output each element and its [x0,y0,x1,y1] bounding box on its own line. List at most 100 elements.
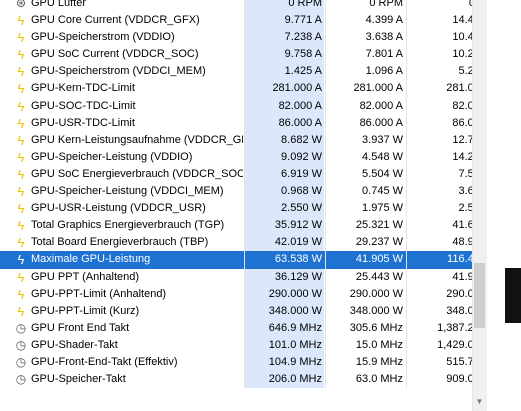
minimum-value: 25.443 W [355,270,403,283]
sensor-name: GPU SoC Current (VDDCR_SOC) [31,48,199,61]
sensor-table: ⊛GPU Lüfter0 RPM0 RPM0 RϟGPU Core Curren… [0,0,486,389]
background-panel [487,0,521,411]
sensor-name: GPU-Front-End-Takt (Effektiv) [31,355,178,368]
minimum-value: 86.000 A [359,116,403,129]
current-value: 2.550 W [245,200,324,218]
sensor-row[interactable]: ϟ GPU SoC Current (VDDCR_SOC) 9.758 A 7.801… [0,46,486,64]
sensor-name: GPU SoC Energieverbrauch (VDDCR_SOC) [31,167,243,180]
current-value: 101.0 MHz [245,336,324,354]
sensor-row[interactable]: ϟ GPU-PPT-Limit (Kurz) 348.000 W 348.000 W3… [0,302,486,320]
sensor-row[interactable]: ϟ GPU-Speicherstrom (VDDCI_MEM) 1.425 A 1.0… [0,63,486,81]
minimum-value: 281.000 A [353,82,403,95]
lightning-bolt-icon: ϟ [17,47,25,63]
minimum-value: 7.801 A [365,48,403,61]
current-value: 1.425 A [245,63,324,81]
lightning-bolt-icon: ϟ [17,252,25,268]
sensor-row[interactable]: ϟ GPU-PPT-Limit (Anhaltend) 290.000 W 290.0… [0,285,486,303]
lightning-bolt-icon: ϟ [17,13,25,29]
sensor-row[interactable]: ϟ Maximale GPU-Leistung 63.538 W 41.905 W 11… [0,251,486,269]
current-value: 348.000 W [245,302,324,320]
lightning-bolt-icon: ϟ [17,30,25,46]
sensor-name: GPU-PPT-Limit (Anhaltend) [31,287,167,300]
sensor-name: GPU PPT (Anhaltend) [31,270,140,283]
scrollbar-thumb[interactable] [474,263,485,328]
lightning-bolt-icon: ϟ [17,149,25,165]
minimum-value: 4.399 A [365,14,403,27]
minimum-value: 82.000 A [359,99,403,112]
lightning-bolt-icon: ϟ [17,115,25,131]
sensor-row[interactable]: ⊛GPU Lüfter0 RPM0 RPM0 R [0,0,486,13]
current-value: 36.129 W [245,268,324,286]
sensor-row[interactable]: ◷ GPU-Shader-Takt 101.0 MHz 15.0 MHz 1,429.0… [0,336,486,354]
lightning-bolt-icon: ϟ [17,81,25,97]
sensor-name: Total Board Energieverbrauch (TBP) [31,236,209,249]
sensor-row[interactable]: ϟ GPU-Speicherstrom (VDDIO) 7.238 A 3.638 A… [0,29,486,47]
current-value: 8.682 W [245,131,324,149]
minimum-value: 1.096 A [365,65,403,78]
lightning-bolt-icon: ϟ [17,132,25,148]
current-value: 281.000 A [245,80,324,98]
current-value: 7.238 A [245,29,324,47]
lightning-bolt-icon: ϟ [17,269,25,285]
sensor-name: GPU-PPT-Limit (Kurz) [31,304,140,317]
sensor-row[interactable]: ϟ Total Board Energieverbrauch (TBP) 42.01… [0,234,486,252]
column-divider [325,0,326,389]
sensor-name: GPU-Speicher-Leistung (VDDIO) [31,150,193,163]
sensor-row[interactable]: ϟ GPU-SOC-TDC-Limit 82.000 A 82.000 A 82.000 [0,97,486,115]
lightning-bolt-icon: ϟ [17,98,25,114]
scroll-down-arrow[interactable]: ▼ [474,395,485,409]
sensor-row[interactable]: ϟ Total Graphics Energieverbrauch (TGP) 35… [0,217,486,235]
clock-icon: ◷ [15,320,27,335]
sensor-row[interactable]: ϟ GPU PPT (Anhaltend) 36.129 W 25.443 W 41.9… [0,268,486,286]
minimum-value: 290.000 W [349,287,403,300]
sensor-row[interactable]: ϟ GPU-Speicher-Leistung (VDDCI_MEM) 0.968 … [0,183,486,201]
sensor-row[interactable]: ϟ GPU-USR-Leistung (VDDCR_USR) 2.550 W 1.97… [0,200,486,218]
sensor-name: GPU Core Current (VDDCR_GFX) [31,14,200,27]
current-value: 9.092 W [245,148,324,166]
minimum-value: 63.0 MHz [355,373,403,386]
sensor-name: GPU-Kern-TDC-Limit [31,82,135,95]
lightning-bolt-icon: ϟ [17,235,25,251]
background-dark-window [505,268,521,323]
sensor-name: Maximale GPU-Leistung [31,253,151,266]
column-divider [244,0,245,389]
current-value: 82.000 A [245,97,324,115]
current-value: 206.0 MHz [245,371,324,389]
lightning-bolt-icon: ϟ [17,64,25,80]
current-value: 9.758 A [245,46,324,64]
sensor-row[interactable]: ϟ GPU-Kern-TDC-Limit 281.000 A 281.000 A 281… [0,80,486,98]
current-value: 86.000 A [245,114,324,132]
minimum-value: 348.000 W [349,304,403,317]
lightning-bolt-icon: ϟ [17,166,25,182]
sensor-row[interactable]: ϟ GPU Core Current (VDDCR_GFX) 9.771 A 4.39… [0,12,486,30]
lightning-bolt-icon: ϟ [17,218,25,234]
sensor-name: Total Graphics Energieverbrauch (TGP) [31,219,225,232]
current-value: 0.968 W [245,183,324,201]
sensor-row[interactable]: ϟ GPU-USR-TDC-Limit 86.000 A 86.000 A 86.000 [0,114,486,132]
lightning-bolt-icon: ϟ [17,201,25,217]
sensor-row[interactable]: ◷ GPU-Speicher-Takt 206.0 MHz 63.0 MHz 909.0… [0,371,486,389]
minimum-value: 29.237 W [355,236,403,249]
sensor-name: GPU-USR-Leistung (VDDCR_USR) [31,202,206,215]
current-value: 290.000 W [245,285,324,303]
minimum-value: 3.638 A [365,31,403,44]
sensor-row[interactable]: ϟ GPU Kern-Leistungsaufnahme (VDDCR_GFX) 8… [0,131,486,149]
lightning-bolt-icon: ϟ [17,303,25,319]
clock-icon: ◷ [15,354,27,369]
minimum-value: 0 RPM [369,0,403,9]
sensor-row[interactable]: ϟ GPU SoC Energieverbrauch (VDDCR_SOC) 6.9… [0,165,486,184]
minimum-value: 4.548 W [362,150,403,163]
minimum-value: 25.321 W [355,219,403,232]
sensor-name: GPU-Speicherstrom (VDDCI_MEM) [31,65,206,78]
current-value: 6.919 W [245,165,324,184]
sensor-row[interactable]: ◷ GPU Front End Takt 646.9 MHz 305.6 MHz 1,3… [0,319,486,337]
clock-icon: ◷ [15,372,27,387]
sensor-row[interactable]: ◷ GPU-Front-End-Takt (Effektiv) 104.9 MHz 1… [0,353,486,372]
vertical-scrollbar[interactable] [472,0,487,411]
minimum-value: 5.504 W [362,167,403,180]
sensor-name: GPU-Speicherstrom (VDDIO) [31,31,175,44]
clock-icon: ◷ [15,337,27,352]
minimum-value: 0.745 W [362,185,403,198]
sensor-name: GPU-Speicher-Takt [31,373,126,386]
sensor-row[interactable]: ϟ GPU-Speicher-Leistung (VDDIO) 9.092 W 4.5… [0,148,486,166]
